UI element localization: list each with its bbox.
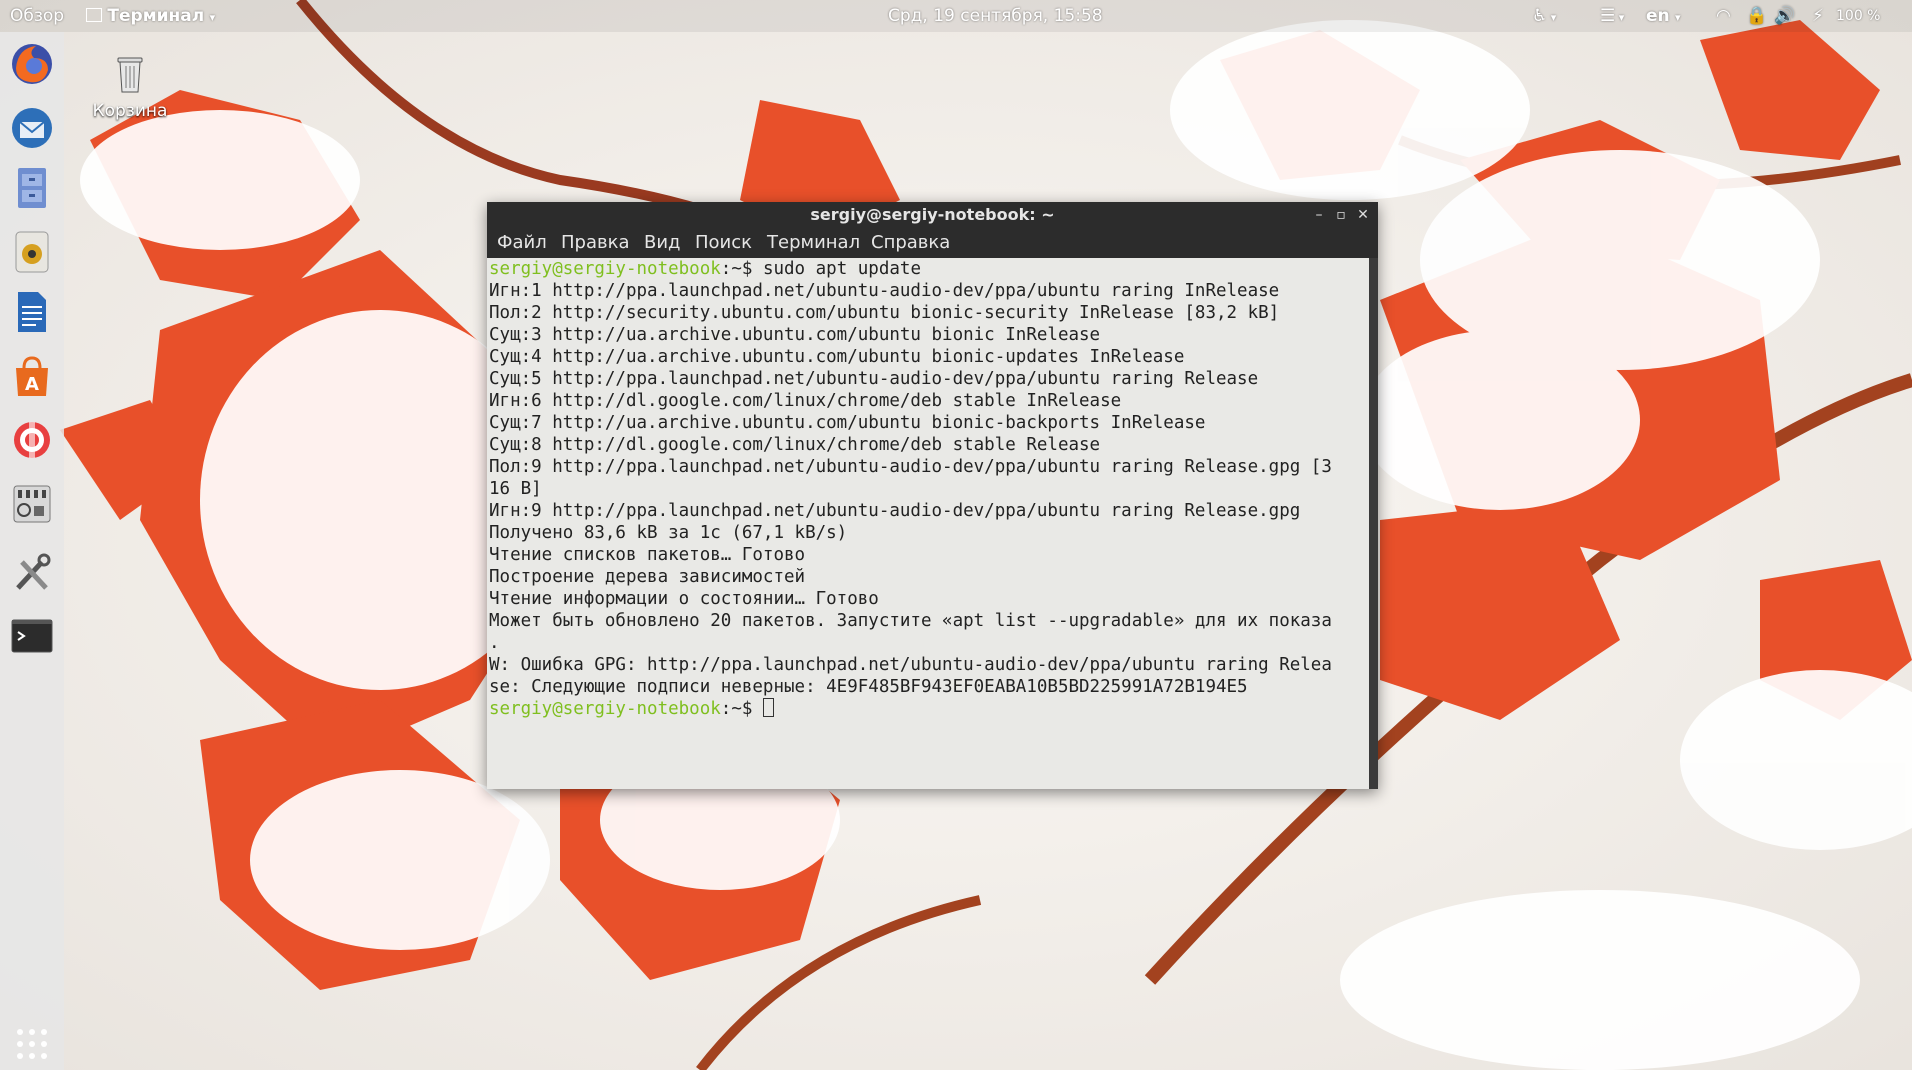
output-line: Чтение списков пакетов… Готово xyxy=(489,545,806,565)
chevron-down-icon: ▾ xyxy=(1675,11,1681,24)
chevron-down-icon: ▾ xyxy=(209,11,216,24)
output-line: Сущ:4 http://ua.archive.ubuntu.com/ubunt… xyxy=(489,347,1185,367)
dock: A xyxy=(0,32,64,1070)
output-line: Игн:9 http://ppa.launchpad.net/ubuntu-au… xyxy=(489,501,1301,521)
prompt-line[interactable]: sergiy@sergiy-notebook:~$ xyxy=(489,698,774,720)
output-line: Построение дерева зависимостей xyxy=(489,567,806,587)
output-line: W: Ошибка GPG: http://ppa.launchpad.net/… xyxy=(489,655,1332,675)
language-indicator[interactable]: en ▾ xyxy=(1646,6,1681,26)
settings-tools-icon[interactable] xyxy=(8,548,56,596)
wifi-icon[interactable]: ◠ xyxy=(1716,6,1731,26)
prompt-user: sergiy@sergiy-notebook xyxy=(489,259,721,279)
terminal-output[interactable]: sergiy@sergiy-notebook:~$ sudo apt updat… xyxy=(487,258,1369,789)
clock[interactable]: Срд, 19 сентября, 15:58 xyxy=(888,6,1103,26)
scrollbar[interactable] xyxy=(1369,258,1378,789)
terminal-small-icon xyxy=(86,8,102,22)
text-cursor xyxy=(762,698,774,717)
command-text: sudo apt update xyxy=(762,259,921,279)
accessibility-icon[interactable]: ♿ ▾ xyxy=(1532,6,1556,26)
output-line: . xyxy=(489,633,500,653)
system-monitor-icon[interactable] xyxy=(8,480,56,528)
svg-text:A: A xyxy=(25,374,39,395)
software-center-icon[interactable]: A xyxy=(8,352,56,400)
maximize-button[interactable]: ▫ xyxy=(1330,202,1352,228)
output-line: se: Следующие подписи неверные: 4E9F485B… xyxy=(489,677,1248,697)
menu-view[interactable]: Вид xyxy=(644,232,681,253)
menu-search[interactable]: Поиск xyxy=(695,232,752,253)
output-line: Чтение информации о состоянии… Готово xyxy=(489,589,879,609)
trash-label: Корзина xyxy=(92,101,168,121)
trash-icon xyxy=(117,57,143,93)
battery-percent: 100 % xyxy=(1836,8,1881,24)
output-line: Сущ:7 http://ua.archive.ubuntu.com/ubunt… xyxy=(489,413,1206,433)
output-line: Сущ:8 http://dl.google.com/linux/chrome/… xyxy=(489,435,1101,455)
app-menu-label: Терминал xyxy=(107,6,205,26)
output-line: Игн:6 http://dl.google.com/linux/chrome/… xyxy=(489,391,1122,411)
app-menu[interactable]: Терминал ▾ xyxy=(86,6,215,26)
show-apps-icon[interactable] xyxy=(8,1020,56,1068)
menu-edit[interactable]: Правка xyxy=(561,232,630,253)
output-line: Может быть обновлено 20 пакетов. Запусти… xyxy=(489,611,1332,631)
output-line: Пол:9 http://ppa.launchpad.net/ubuntu-au… xyxy=(489,457,1332,477)
output-line: Получено 83,6 kB за 1с (67,1 kB/s) xyxy=(489,523,848,543)
menu-file[interactable]: Файл xyxy=(497,232,547,253)
volume-icon[interactable]: 🔊 xyxy=(1774,6,1795,26)
firefox-icon[interactable] xyxy=(8,40,56,88)
output-line: 16 B] xyxy=(489,479,542,499)
prompt-path: :~$ xyxy=(720,699,763,719)
output-line: Сущ:5 http://ppa.launchpad.net/ubuntu-au… xyxy=(489,369,1259,389)
top-panel: Обзор Терминал ▾ Срд, 19 сентября, 15:58… xyxy=(0,0,1912,32)
terminal-window[interactable]: sergiy@sergiy-notebook: ~ – ▫ ✕ Файл Пра… xyxy=(487,202,1378,789)
rhythmbox-icon[interactable] xyxy=(8,228,56,276)
files-icon[interactable] xyxy=(8,164,56,212)
prompt-path: :~$ xyxy=(720,259,763,279)
menu-terminal[interactable]: Терминал xyxy=(767,232,860,253)
close-button[interactable]: ✕ xyxy=(1352,202,1374,228)
menu-bar: Файл Правка Вид Поиск Терминал Справка xyxy=(487,228,1378,258)
battery-icon[interactable]: ⚡ xyxy=(1812,6,1824,26)
window-title[interactable]: sergiy@sergiy-notebook: ~ xyxy=(487,202,1378,228)
output-line: Пол:2 http://security.ubuntu.com/ubuntu … xyxy=(489,303,1280,323)
help-icon[interactable] xyxy=(8,416,56,464)
thunderbird-icon[interactable] xyxy=(8,104,56,152)
minimize-button[interactable]: – xyxy=(1308,202,1330,228)
keyboard-indicator-icon[interactable]: ☰ ▾ xyxy=(1600,6,1624,26)
libreoffice-writer-icon[interactable] xyxy=(8,288,56,336)
prompt-user: sergiy@sergiy-notebook xyxy=(489,699,721,719)
desktop-trash[interactable]: Корзина xyxy=(88,52,172,121)
activities-button[interactable]: Обзор xyxy=(10,6,64,26)
language-label: en xyxy=(1646,6,1670,26)
lock-icon[interactable]: 🔒 xyxy=(1746,6,1767,26)
command-line: sergiy@sergiy-notebook:~$ sudo apt updat… xyxy=(489,258,921,280)
output-line: Игн:1 http://ppa.launchpad.net/ubuntu-au… xyxy=(489,281,1280,301)
output-line: Сущ:3 http://ua.archive.ubuntu.com/ubunt… xyxy=(489,325,1101,345)
menu-help[interactable]: Справка xyxy=(871,232,950,253)
terminal-icon[interactable] xyxy=(8,612,56,660)
